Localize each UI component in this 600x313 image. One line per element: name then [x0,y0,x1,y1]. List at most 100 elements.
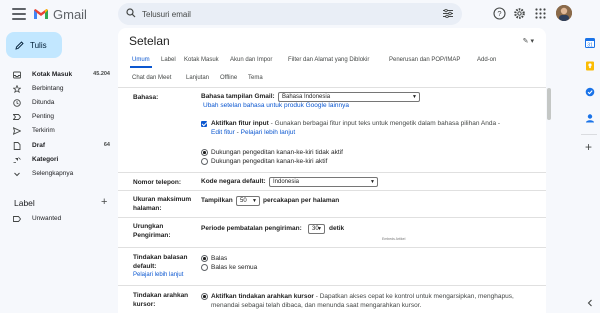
sidebar-item-kategori[interactable]: Kategori [0,153,112,167]
tasks-icon[interactable] [585,87,595,97]
apps-grid-icon[interactable] [534,7,547,20]
search-icon[interactable] [126,8,136,18]
clock-icon [13,99,21,107]
page-size-value: 50 [240,198,247,204]
main-menu-icon[interactable] [12,8,26,20]
tab-umum[interactable]: Umum [132,57,150,63]
hover-actions-enable-radio[interactable] [201,293,208,300]
language-row-label: Bahasa: [133,94,159,101]
rail-divider [581,134,597,135]
display-language-select[interactable]: Bahasa Indonesia ▼ [278,92,420,102]
label-icon [13,216,21,222]
rtl-off-radio[interactable] [201,149,208,156]
sidebar-item-berbintang[interactable]: Berbintang [0,82,112,96]
tab-penerusan[interactable]: Penerusan dan POP/IMAP [389,57,460,63]
chevron-down-icon: ▼ [252,198,257,204]
page-size-show-label: Tampilkan [201,197,233,204]
gmail-logo[interactable]: Gmail [33,6,87,22]
row-divider [118,172,546,173]
settings-panel: Setelan ✎ ▾ Umum Label Kotak Masuk Akun … [118,28,546,313]
settings-scrollbar[interactable] [546,28,552,313]
tab-chat-dan-meet[interactable]: Chat dan Meet [132,75,171,81]
display-language-label: Bahasa tampilan Gmail: [201,93,275,100]
hover-actions-enable-title: Aktifkan tindakan arahkan kursor [211,293,314,300]
tab-lanjutan[interactable]: Lanjutan [186,75,209,81]
expand-more-icon [14,172,20,177]
active-tab-indicator [130,66,152,68]
sidebar-item-kotak-masuk[interactable]: Kotak Masuk 45.204 [0,68,112,82]
hover-actions-enable-desc: - Dapatkan akses cepat ke kontrol untuk … [315,293,514,300]
sidebar-item-ditunda[interactable]: Ditunda [0,96,112,110]
input-tools-desc: - Gunakan berbagai fitur input teks untu… [270,120,501,127]
chevron-down-icon: ▼ [412,94,417,100]
rtl-on-radio[interactable] [201,158,208,165]
draft-icon [13,142,21,150]
default-reply-row-label: Tindakan balasan default: [133,254,188,270]
search-options-icon[interactable] [443,9,453,18]
rtl-on-label: Dukungan pengeditan kanan-ke-kiri aktif [211,158,328,165]
sidebar-item-selengkapnya[interactable]: Selengkapnya [0,167,112,181]
country-code-select[interactable]: Indonesia ▼ [269,177,378,187]
page-size-suffix: percakapan per halaman [263,197,340,204]
compose-button[interactable]: Tulis [6,32,62,58]
input-tools-links: Edit fitur - Pelajari lebih lanjut [211,129,296,136]
sidebar-item-label: Draf [32,142,46,149]
country-code-label: Kode negara default: [201,178,266,185]
tab-kotak-masuk[interactable]: Kotak Masuk [184,57,219,63]
settings-gear-icon[interactable] [513,7,526,20]
search-input[interactable] [142,3,432,25]
rtl-off-label: Dukungan pengeditan kanan-ke-kiri tidak … [211,149,343,156]
page-title: Setelan [129,34,170,48]
reply-radio[interactable] [201,255,208,262]
tab-akun-dan-impor[interactable]: Akun dan Impor [230,57,272,63]
page-size-select[interactable]: 50 ▼ [236,196,260,206]
hover-actions-row-label: Tindakan arahkan kursor: [133,292,189,308]
calendar-icon[interactable]: 31 [585,38,595,48]
input-tools-learn-more-link[interactable]: Pelajari lebih lanjut [241,129,296,136]
reply-label: Balas [211,255,228,262]
undo-period-select[interactable]: 30 ▼ [308,224,325,234]
chevron-down-icon: ▼ [317,226,322,232]
phone-row-label: Nomor telepon: [133,179,182,186]
sidebar-item-label-unwanted[interactable]: Unwanted [0,212,112,226]
undo-period-label: Periode pembatalan pengiriman: [201,225,302,232]
tab-add-on[interactable]: Add-on [477,57,496,63]
row-divider [118,217,546,218]
row-divider [118,285,546,286]
page-size-row-label: Ukuran maksimum halaman: [133,196,192,212]
sidebar-item-label: Selengkapnya [32,170,74,177]
undo-period-suffix: detik [329,225,345,232]
sidebar-item-label: Ditunda [32,99,55,106]
sidebar-item-count: 64 [103,142,110,148]
reply-all-radio[interactable] [201,264,208,271]
tab-filter[interactable]: Filter dan Alamat yang Diblokir [288,57,369,63]
add-label-button[interactable]: + [101,196,107,208]
sidebar-item-label: Terkirim [32,127,55,134]
row-divider [118,247,546,248]
get-addons-icon[interactable]: + [585,141,592,153]
sidebar-item-draf[interactable]: Draf 64 [0,139,112,153]
keep-icon[interactable] [585,61,595,71]
scrollbar-thumb[interactable] [547,88,551,120]
change-language-link[interactable]: Ubah setelan bahasa untuk produk Google … [203,102,349,109]
tab-label[interactable]: Label [161,57,176,63]
sidebar-item-penting[interactable]: Penting [0,110,112,124]
help-icon[interactable]: ? [493,7,506,20]
tab-tema[interactable]: Tema [248,75,263,81]
sidebar-item-label: Kotak Masuk [32,71,73,78]
reply-all-label: Balas ke semua [211,264,258,271]
hover-actions-enable-text: Aktifkan tindakan arahkan kursor - Dapat… [211,293,514,300]
sidebar-item-count: 45.204 [93,71,110,77]
show-side-panel-icon[interactable] [585,298,595,308]
input-tools-toggle[interactable]: ✎ ▾ [523,37,534,45]
search-bar[interactable] [118,3,462,25]
default-reply-learn-more-link[interactable]: Pelajari lebih lanjut [133,272,183,278]
sidebar-item-terkirim[interactable]: Terkirim [0,124,112,138]
sidebar-item-label: Berbintang [32,85,64,92]
account-avatar[interactable] [556,5,572,21]
contacts-icon[interactable] [585,113,595,123]
input-tools-checkbox[interactable] [201,121,207,127]
edit-tools-link[interactable]: Edit fitur [211,129,235,136]
sidebar-item-label: Penting [32,113,55,120]
tab-offline[interactable]: Offline [220,75,237,81]
